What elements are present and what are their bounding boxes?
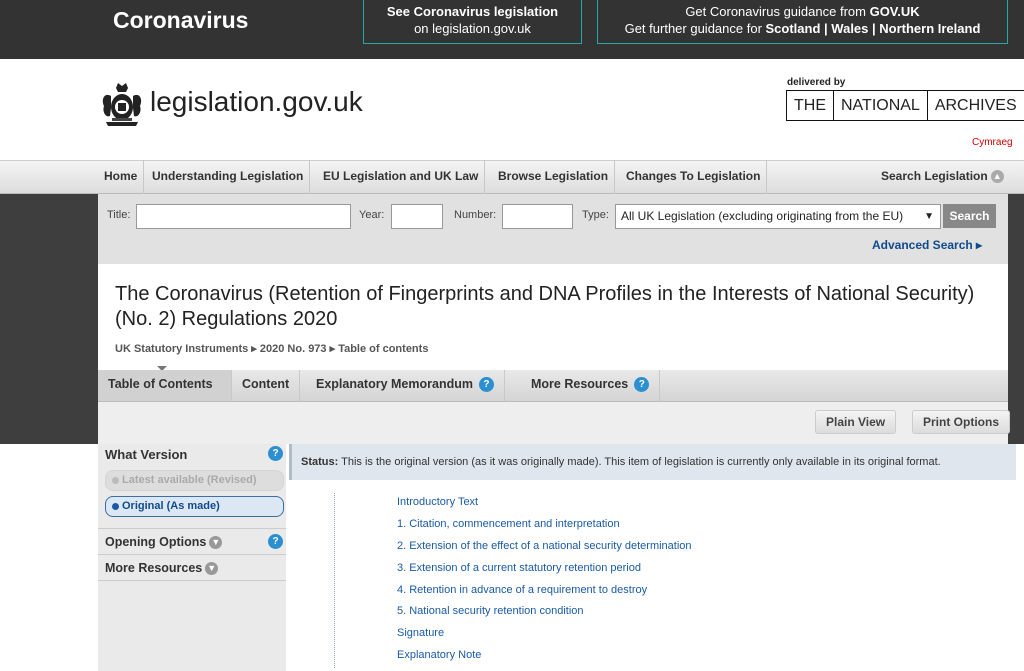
help-icon[interactable]: ? — [478, 377, 494, 393]
status-bar: Status: This is the original version (as… — [289, 444, 1016, 480]
page-title: The Coronavirus (Retention of Fingerprin… — [115, 283, 975, 330]
number-input[interactable] — [502, 204, 573, 229]
toc-item[interactable]: 1. Citation, commencement and interpreta… — [397, 518, 620, 530]
more-resources-toggle[interactable]: More Resources ▼ — [105, 561, 219, 576]
box1-line1: See Coronavirus legislation — [386, 4, 559, 19]
toc-item[interactable]: 5. National security retention condition — [397, 605, 584, 617]
help-icon[interactable]: ? — [268, 534, 283, 549]
separator: | — [820, 21, 832, 36]
type-select-value: All UK Legislation (excluding originatin… — [621, 209, 904, 223]
version-original-label: Original (As made) — [122, 500, 220, 512]
breadcrumb-item[interactable]: UK Statutory Instruments — [115, 343, 248, 355]
tab-content[interactable]: Content — [232, 370, 301, 401]
advanced-search-link[interactable]: Advanced Search ▸ — [872, 238, 982, 252]
breadcrumb: UK Statutory Instruments ▸ 2020 No. 973 … — [115, 343, 429, 355]
opening-options-toggle[interactable]: Opening Options ▼ — [105, 535, 223, 550]
radio-icon — [112, 476, 119, 484]
help-icon[interactable]: ? — [634, 377, 650, 393]
status-label: Status: — [301, 456, 339, 468]
opening-options-label: Opening Options — [105, 535, 207, 549]
nav-changes-to-legislation[interactable]: Changes To Legislation — [620, 160, 768, 194]
chevron-up-icon: ▲ — [990, 170, 1004, 184]
divider — [98, 580, 286, 581]
scotland-link[interactable]: Scotland — [766, 21, 821, 36]
site-logo-text[interactable]: legislation.gov.uk — [150, 86, 363, 118]
nav-search-label: Search Legislation — [881, 169, 988, 183]
nav-home[interactable]: Home — [98, 160, 145, 194]
box2-line1-prefix: Get Coronavirus guidance from — [685, 4, 870, 19]
title-input[interactable] — [136, 204, 351, 229]
toc-item[interactable]: 2. Extension of the effect of a national… — [397, 540, 692, 552]
chevron-down-icon: ▼ — [205, 562, 219, 576]
breadcrumb-item: Table of contents — [338, 343, 429, 355]
toc-item[interactable]: 3. Extension of a current statutory rete… — [397, 562, 641, 574]
year-input[interactable] — [391, 204, 443, 229]
plain-view-button[interactable]: Plain View — [815, 410, 897, 434]
year-label: Year: — [359, 209, 385, 221]
tna-word: ARCHIVES — [934, 97, 1017, 114]
see-coronavirus-legislation-link[interactable]: See Coronavirus legislation on legislati… — [363, 0, 582, 44]
box1-line2: on legislation.gov.uk — [414, 21, 531, 36]
tab-explanatory-memorandum[interactable]: Explanatory Memorandum? — [306, 370, 505, 401]
chevron-down-icon: ▼ — [209, 536, 223, 550]
royal-crest-icon[interactable] — [98, 80, 146, 128]
divider — [98, 528, 286, 529]
toc-item[interactable]: Introductory Text — [397, 496, 478, 508]
radio-selected-icon — [112, 502, 119, 510]
tab-label: Explanatory Memorandum — [316, 377, 473, 391]
what-version-heading: What Version — [105, 447, 188, 462]
toc-item[interactable]: 4. Retention in advance of a requirement… — [397, 584, 647, 596]
more-resources-label: More Resources — [105, 561, 203, 575]
wales-link[interactable]: Wales — [831, 21, 868, 36]
number-label: Number: — [454, 209, 497, 221]
print-options-button[interactable]: Print Options — [912, 410, 1010, 434]
toc-item[interactable]: Explanatory Note — [397, 649, 481, 661]
toc-item[interactable]: Signature — [397, 627, 444, 639]
version-latest-label: Latest available (Revised) — [122, 474, 257, 486]
right-dark-band — [1008, 194, 1024, 444]
title-label: Title: — [107, 209, 131, 221]
tna-word: THE — [787, 91, 834, 120]
toc-guide-line — [334, 493, 335, 668]
divider — [98, 554, 286, 555]
coronavirus-guidance-box: Get Coronavirus guidance from GOV.UK Get… — [597, 0, 1008, 44]
chevron-down-icon: ▼ — [924, 211, 934, 222]
northern-ireland-link[interactable]: Northern Ireland — [879, 21, 980, 36]
delivered-by-label: delivered by — [787, 77, 846, 88]
help-icon[interactable]: ? — [268, 446, 283, 461]
nav-search-legislation[interactable]: Search Legislation ▲ — [881, 160, 1004, 194]
tab-label: More Resources — [531, 377, 629, 391]
nav-understanding-legislation[interactable]: Understanding Legislation — [146, 160, 311, 194]
status-text: This is the original version (as it was … — [338, 456, 941, 468]
separator: | — [868, 21, 880, 36]
banner-title: Coronavirus — [113, 7, 249, 33]
breadcrumb-item[interactable]: 2020 No. 973 — [260, 343, 327, 355]
left-dark-band — [0, 194, 98, 444]
type-label: Type: — [582, 209, 609, 221]
nav-eu-legislation[interactable]: EU Legislation and UK Law — [317, 160, 486, 194]
tna-word: NATIONAL — [834, 91, 928, 120]
tab-table-of-contents[interactable]: Table of Contents — [98, 370, 232, 401]
cymraeg-link[interactable]: Cymraeg — [972, 137, 1013, 148]
type-select[interactable]: All UK Legislation (excluding originatin… — [615, 204, 941, 229]
nav-browse-legislation[interactable]: Browse Legislation — [492, 160, 616, 194]
govuk-link[interactable]: GOV.UK — [870, 4, 920, 19]
national-archives-logo[interactable]: THE NATIONAL ARCHIVES — [786, 90, 1024, 121]
box2-line2-prefix: Get further guidance for — [624, 21, 766, 36]
search-button[interactable]: Search — [943, 204, 996, 228]
tab-more-resources[interactable]: More Resources? — [521, 370, 661, 401]
version-latest-button: Latest available (Revised) — [105, 470, 284, 491]
version-original-button[interactable]: Original (As made) — [105, 496, 284, 517]
